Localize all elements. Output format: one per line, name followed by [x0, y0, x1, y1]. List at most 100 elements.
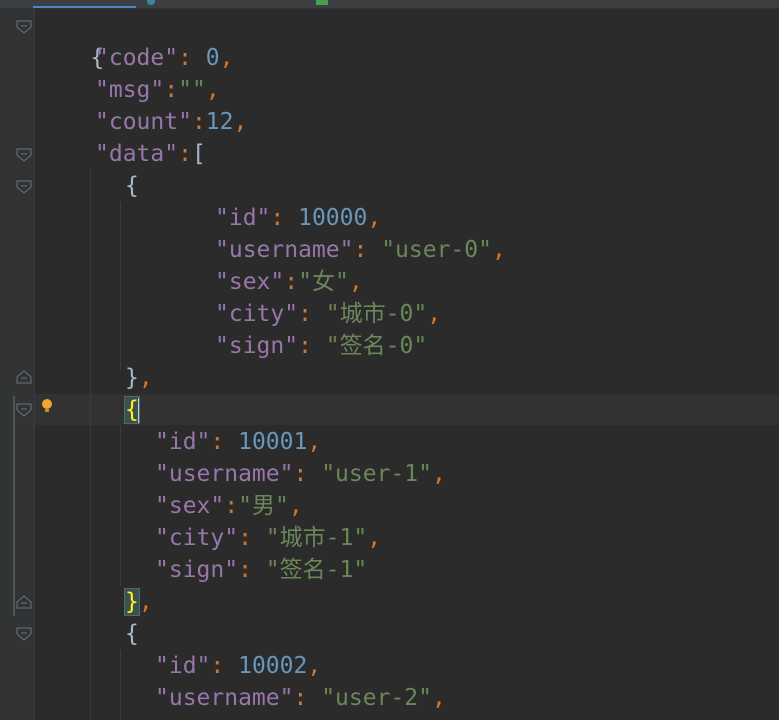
json-key: "count" [95, 109, 192, 135]
matched-open-brace: { [124, 396, 140, 424]
json-key: "id" [215, 205, 271, 231]
colon: : [293, 685, 322, 711]
colon: : [238, 525, 266, 551]
fold-marker-icon[interactable] [16, 148, 32, 162]
comma: , [348, 269, 363, 295]
code-line[interactable]: { [35, 10, 104, 71]
code-line[interactable]: "data":[ [95, 138, 206, 170]
code-line[interactable]: { [125, 170, 139, 202]
json-number: 0 [205, 45, 220, 71]
json-key: "code" [95, 45, 179, 71]
comma: , [491, 237, 506, 263]
comma: , [219, 45, 234, 71]
fold-marker-icon[interactable] [16, 595, 32, 609]
file-type-icon [147, 0, 155, 5]
colon: : [164, 77, 179, 103]
editor-tab-bar[interactable] [0, 0, 779, 9]
active-tab-indicator [33, 6, 136, 8]
json-number: 10002 [238, 653, 308, 679]
json-key: "sex" [215, 269, 285, 295]
code-line[interactable]: "sex":"男", [155, 490, 303, 522]
comma: , [367, 525, 382, 551]
comma: , [307, 429, 322, 455]
code-line[interactable]: }, [125, 362, 153, 394]
json-string: "男" [238, 493, 289, 519]
close-brace: } [125, 365, 139, 391]
indent-guide [90, 170, 91, 720]
colon: : [270, 205, 299, 231]
json-string: "" [178, 77, 206, 103]
colon: : [298, 333, 326, 359]
json-string: "女" [298, 269, 349, 295]
code-line[interactable]: "code": 0, [95, 42, 234, 74]
code-line[interactable]: "username": "user-0", [215, 234, 506, 266]
indent-guide [120, 426, 121, 586]
comma: , [138, 365, 153, 391]
json-key: "msg" [95, 77, 165, 103]
json-key: "sign" [215, 333, 299, 359]
json-key: "sex" [155, 493, 225, 519]
json-key: "id" [155, 653, 211, 679]
fold-marker-icon[interactable] [16, 20, 32, 34]
file-type-icon [316, 0, 328, 5]
json-string: "user-2" [321, 685, 432, 711]
lightbulb-icon[interactable] [40, 398, 54, 414]
colon: : [293, 461, 322, 487]
scope-indicator [13, 396, 15, 616]
colon: : [178, 45, 206, 71]
code-line[interactable]: "id": 10001, [155, 426, 321, 458]
indent-guide [120, 650, 121, 720]
json-string: "签名-0" [325, 333, 428, 359]
fold-marker-icon[interactable] [16, 370, 32, 384]
code-line[interactable]: { [124, 394, 140, 426]
code-line[interactable]: }, [124, 586, 153, 618]
gutter-divider [34, 9, 35, 720]
code-line[interactable]: "sex":"女", [215, 266, 363, 298]
code-line[interactable]: "sign": "签名-1" [155, 554, 367, 586]
json-key: "username" [215, 237, 354, 263]
fold-marker-icon[interactable] [16, 403, 32, 417]
comma: , [307, 653, 322, 679]
colon: : [284, 269, 299, 295]
json-string: "签名-1" [265, 557, 368, 583]
json-string: "user-0" [381, 237, 492, 263]
json-key: "username" [155, 685, 294, 711]
open-brace: { [125, 173, 139, 199]
code-line[interactable]: { [125, 618, 139, 650]
text-caret [137, 397, 140, 424]
code-line[interactable]: "city": "城市-1", [155, 522, 381, 554]
json-key: "city" [155, 525, 239, 551]
json-string: "user-1" [321, 461, 432, 487]
colon: : [238, 557, 266, 583]
json-key: "city" [215, 301, 299, 327]
code-editor[interactable]: { "code": 0, "msg":"", "count":12, "data… [0, 0, 779, 720]
code-line[interactable]: "username": "user-1", [155, 458, 446, 490]
comma: , [138, 589, 153, 615]
json-key: "sign" [155, 557, 239, 583]
code-line[interactable]: "count":12, [95, 106, 247, 138]
open-brace: { [125, 621, 139, 647]
comma: , [205, 77, 220, 103]
colon: : [191, 109, 206, 135]
json-number: 12 [205, 109, 234, 135]
comma: , [288, 493, 303, 519]
colon: : [178, 141, 192, 167]
colon: : [298, 301, 326, 327]
code-line[interactable]: "username": "user-2", [155, 682, 446, 714]
json-string: "城市-0" [325, 301, 428, 327]
fold-marker-icon[interactable] [16, 180, 32, 194]
current-line-highlight [35, 394, 779, 425]
code-line[interactable]: "id": 10000, [215, 202, 381, 234]
open-bracket: [ [191, 141, 206, 167]
code-line[interactable]: "sign": "签名-0" [215, 330, 427, 362]
fold-marker-icon[interactable] [16, 627, 32, 641]
matched-close-brace: } [124, 588, 140, 616]
code-line[interactable]: "msg":"", [95, 74, 220, 106]
json-key: "data" [95, 141, 179, 167]
json-key: "id" [155, 429, 211, 455]
code-line[interactable]: "id": 10002, [155, 650, 321, 682]
comma: , [431, 685, 446, 711]
editor-gutter[interactable] [0, 9, 34, 720]
code-line[interactable]: "city": "城市-0", [215, 298, 441, 330]
colon: : [210, 429, 239, 455]
